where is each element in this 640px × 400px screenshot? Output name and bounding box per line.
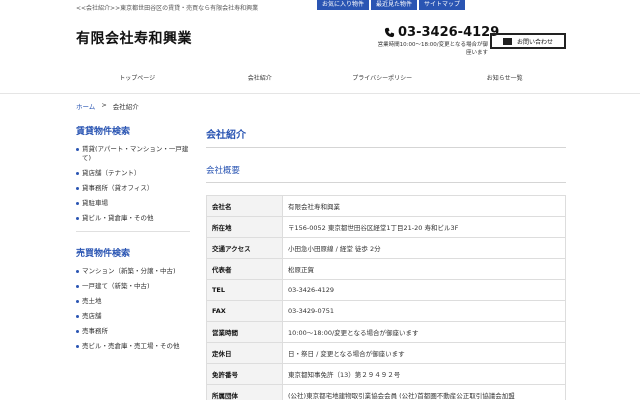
contact-button[interactable]: お問い合わせ xyxy=(490,33,566,49)
sidebar-item-sale-office[interactable]: 売事務所 xyxy=(76,327,190,336)
top-links: お気に入り物件 最近見た物件 サイトマップ xyxy=(317,0,466,10)
sidebar-item-rent-parking[interactable]: 貸駐車場 xyxy=(76,199,190,208)
sidebar-item-sale-other[interactable]: 売ビル・売倉庫・売工場・その他 xyxy=(76,342,190,351)
row-value: 日・祭日 / 変更となる場合が御座います xyxy=(282,342,566,364)
title-underline xyxy=(206,147,566,148)
sidebar-item-sale-mansion[interactable]: マンション（新築・分譲・中古) xyxy=(76,267,190,276)
site-tagline: <<会社紹介>>東京都世田谷区の賃貸・売買なら有限会社寿和興業 xyxy=(76,5,259,12)
sidebar-item-rent-store[interactable]: 貸店舗（テナント） xyxy=(76,169,190,178)
breadcrumb-separator: > xyxy=(101,101,107,109)
top-bar: <<会社紹介>>東京都世田谷区の賃貸・売買なら有限会社寿和興業 お気に入り物件 … xyxy=(0,0,640,12)
row-label: 代表者 xyxy=(206,258,283,280)
nav-privacy[interactable]: プライバシーポリシー xyxy=(321,70,444,88)
table-row: 免許番号 東京都知事免許（13）第２９４９２号 xyxy=(206,363,566,385)
row-value: 10:00～18:00/変更となる場合が御座います xyxy=(282,321,566,343)
rent-search-title: 賃貸物件検索 xyxy=(76,127,131,137)
main-content: 会社紹介 会社概要 会社名 有限会社寿和興業 所在地 〒156-0052 東京都世田… xyxy=(206,126,566,400)
recently-viewed-link[interactable]: 最近見た物件 xyxy=(371,0,418,10)
section-title: 会社概要 xyxy=(206,166,241,176)
sale-search-title: 売買物件検索 xyxy=(76,249,131,259)
table-row: 定休日 日・祭日 / 変更となる場合が御座います xyxy=(206,342,566,364)
favorites-link[interactable]: お気に入り物件 xyxy=(317,0,370,10)
company-logo[interactable]: 有限会社寿和興業 xyxy=(76,28,192,48)
page-title: 会社紹介 xyxy=(206,130,246,141)
nav-news[interactable]: お知らせ一覧 xyxy=(444,70,567,88)
breadcrumb-home[interactable]: ホーム xyxy=(76,101,95,111)
mail-icon xyxy=(502,37,512,45)
row-value: (公社)東京都宅地建物取引業協会会員 (公社)首都圏不動産公正取引協議会加盟 xyxy=(282,384,566,400)
table-row: 営業時間 10:00～18:00/変更となる場合が御座います xyxy=(206,321,566,343)
row-label: 所在地 xyxy=(206,216,283,238)
row-label: TEL xyxy=(206,279,283,301)
nav-company[interactable]: 会社紹介 xyxy=(199,70,322,88)
row-label: 免許番号 xyxy=(206,363,283,385)
business-hours: 営業時間10:00～18:00/変更となる場合が御座います xyxy=(377,42,488,56)
row-value: 小田急小田原線 / 経堂 徒歩 2分 xyxy=(282,237,566,259)
row-label: 定休日 xyxy=(206,342,283,364)
row-value: 松原正賀 xyxy=(282,258,566,280)
row-value: 03-3429-0751 xyxy=(282,300,566,322)
table-row: FAX 03-3429-0751 xyxy=(206,300,566,322)
sidebar-divider xyxy=(76,231,190,232)
divider xyxy=(0,93,640,94)
row-value: 03-3426-4129 xyxy=(282,279,566,301)
sitemap-link[interactable]: サイトマップ xyxy=(419,0,466,10)
row-value: 〒156-0052 東京都世田谷区経堂1丁目21-20 寿和ビル3F xyxy=(282,216,566,238)
table-row: TEL 03-3426-4129 xyxy=(206,279,566,301)
row-label: 交通アクセス xyxy=(206,237,283,259)
breadcrumb-current: 会社紹介 xyxy=(112,103,139,111)
row-value: 東京都知事免許（13）第２９４９２号 xyxy=(282,363,566,385)
breadcrumb: ホーム > 会社紹介 xyxy=(76,101,139,111)
row-label: 会社名 xyxy=(206,195,283,217)
table-row: 所属団体 (公社)東京都宅地建物取引業協会会員 (公社)首都圏不動産公正取引協議会… xyxy=(206,384,566,400)
table-row: 代表者 松原正賀 xyxy=(206,258,566,280)
row-value: 有限会社寿和興業 xyxy=(282,195,566,217)
table-row: 交通アクセス 小田急小田原線 / 経堂 徒歩 2分 xyxy=(206,237,566,259)
sidebar-item-rent-other[interactable]: 貸ビル・貸倉庫・その他 xyxy=(76,214,190,223)
row-label: 所属団体 xyxy=(206,384,283,400)
sidebar-item-sale-store[interactable]: 売店舗 xyxy=(76,312,190,321)
phone-block: 03-3426-4129 xyxy=(384,25,499,40)
phone-number[interactable]: 03-3426-4129 xyxy=(398,25,499,40)
sidebar-item-rent-office[interactable]: 貸事務所（貸オフィス） xyxy=(76,184,190,193)
table-row: 所在地 〒156-0052 東京都世田谷区経堂1丁目21-20 寿和ビル3F xyxy=(206,216,566,238)
global-nav: トップページ 会社紹介 プライバシーポリシー お知らせ一覧 xyxy=(76,70,566,88)
sidebar-item-rent-residential[interactable]: 賃貸(アパート・マンション・一戸建て) xyxy=(76,145,190,163)
sidebar-item-sale-land[interactable]: 売土地 xyxy=(76,297,190,306)
sidebar-item-sale-house[interactable]: 一戸建て（新築・中古) xyxy=(76,282,190,291)
company-info-table: 会社名 有限会社寿和興業 所在地 〒156-0052 東京都世田谷区経堂1丁目21-… xyxy=(206,195,566,400)
row-label: 営業時間 xyxy=(206,321,283,343)
phone-icon xyxy=(384,27,395,38)
nav-top-page[interactable]: トップページ xyxy=(76,70,199,88)
sidebar: 賃貸物件検索 賃貸(アパート・マンション・一戸建て) 貸店舗（テナント） 貸事務… xyxy=(76,124,190,357)
contact-button-label: お問い合わせ xyxy=(516,38,553,46)
section-underline xyxy=(206,182,566,183)
table-row: 会社名 有限会社寿和興業 xyxy=(206,195,566,217)
row-label: FAX xyxy=(206,300,283,322)
